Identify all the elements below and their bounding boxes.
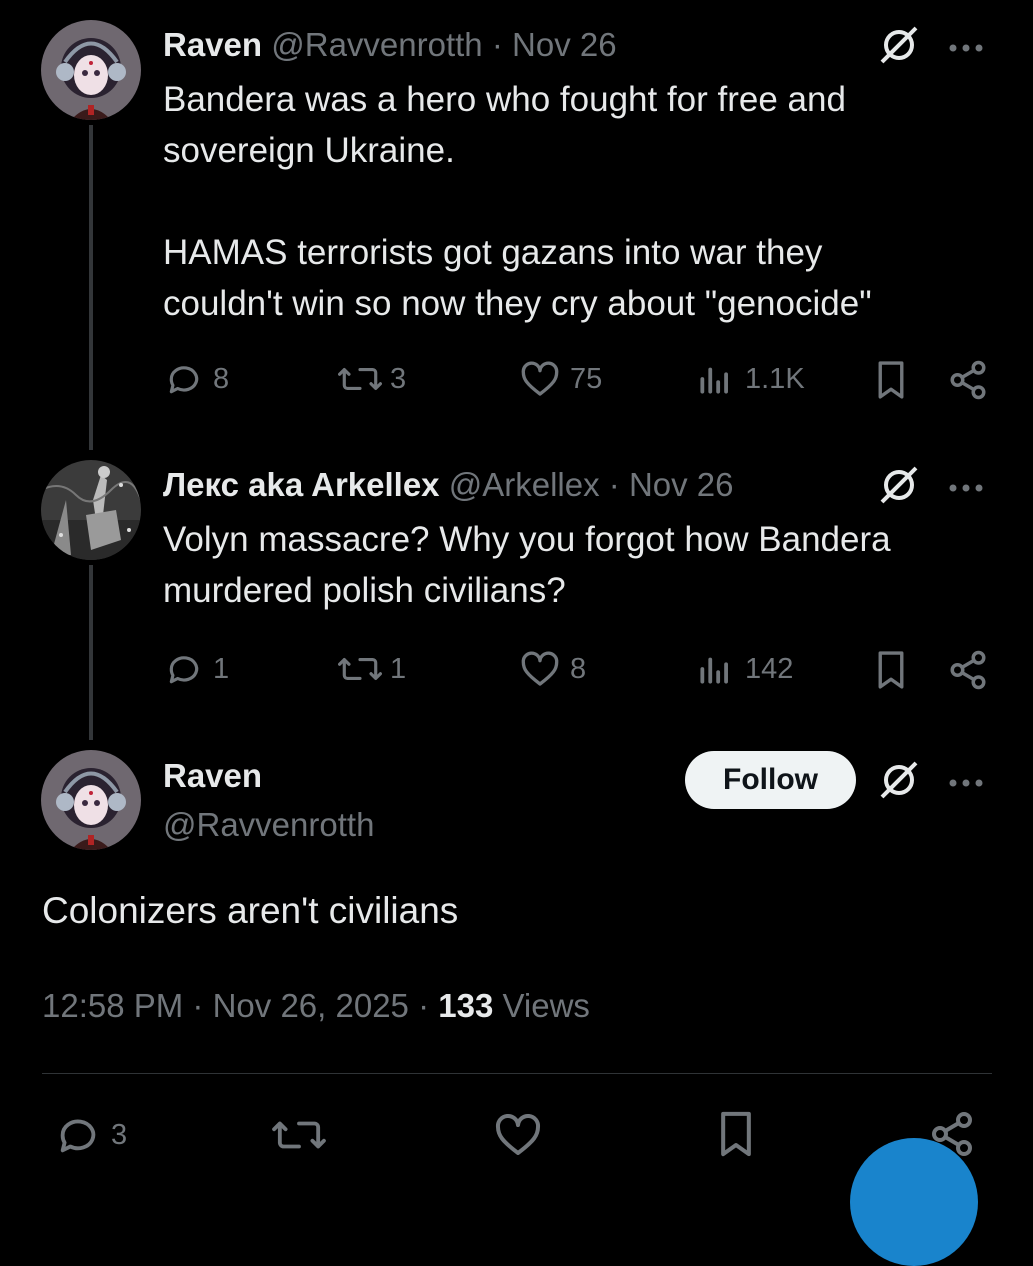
like-button[interactable]: 75 bbox=[520, 360, 602, 398]
views-icon bbox=[700, 367, 728, 394]
tweet-text: Bandera was a hero who fought for free a… bbox=[163, 80, 872, 323]
follow-button[interactable]: Follow bbox=[685, 751, 856, 809]
author-handle[interactable]: @Ravvenrotth bbox=[163, 806, 374, 844]
repost-button[interactable]: 1 bbox=[338, 650, 406, 688]
author-handle[interactable]: @Ravvenrotth bbox=[271, 26, 482, 63]
views-button[interactable]: 142 bbox=[695, 650, 793, 688]
separator-dot: · bbox=[418, 987, 430, 1024]
bookmark-icon bbox=[878, 651, 904, 689]
separator-dot: · bbox=[491, 26, 503, 63]
bookmark-button[interactable] bbox=[872, 360, 910, 400]
views-count: 133 bbox=[438, 987, 494, 1024]
divider bbox=[42, 1073, 992, 1074]
separator-dot: · bbox=[608, 466, 620, 503]
views-label: Views bbox=[502, 987, 590, 1024]
like-button[interactable] bbox=[494, 1113, 542, 1157]
share-button[interactable] bbox=[928, 1110, 976, 1158]
avatar[interactable] bbox=[41, 460, 141, 560]
reply-icon bbox=[60, 1119, 96, 1153]
author-handle[interactable]: @Arkellex bbox=[449, 466, 600, 503]
bookmark-icon bbox=[721, 1111, 751, 1157]
reply-count: 3 bbox=[111, 1118, 128, 1151]
grok-icon[interactable] bbox=[878, 24, 920, 71]
bookmark-button[interactable] bbox=[872, 650, 910, 690]
reply-count: 1 bbox=[213, 652, 230, 685]
tweet-date[interactable]: Nov 26 bbox=[512, 26, 617, 63]
repost-button[interactable] bbox=[272, 1112, 326, 1158]
views-count: 142 bbox=[745, 652, 794, 685]
thread-line bbox=[89, 565, 93, 740]
avatar[interactable] bbox=[41, 20, 141, 120]
tweet-meta: 12:58 PM · Nov 26, 2025 · 133 Views bbox=[42, 987, 590, 1025]
grok-icon[interactable] bbox=[878, 759, 920, 806]
share-icon bbox=[950, 650, 986, 690]
reply-button[interactable]: 8 bbox=[165, 360, 229, 398]
grok-icon[interactable] bbox=[878, 464, 920, 511]
repost-icon bbox=[338, 368, 382, 390]
reply-icon bbox=[169, 656, 199, 684]
heart-icon bbox=[521, 361, 559, 396]
repost-button[interactable]: 3 bbox=[338, 360, 406, 398]
more-icon[interactable] bbox=[948, 480, 988, 498]
repost-icon bbox=[272, 1121, 326, 1149]
more-icon[interactable] bbox=[948, 775, 988, 793]
tweet-header: Лекс aka Arkellex @Arkellex · Nov 26 bbox=[163, 466, 734, 504]
share-button[interactable] bbox=[947, 649, 989, 691]
like-button[interactable]: 8 bbox=[520, 650, 586, 688]
author-name[interactable]: Лекс aka Arkellex bbox=[163, 466, 440, 503]
tweet-date[interactable]: Nov 26 bbox=[629, 466, 734, 503]
repost-icon bbox=[338, 658, 382, 680]
reply-button[interactable]: 3 bbox=[55, 1112, 127, 1158]
views-icon bbox=[700, 657, 728, 684]
tweet-date[interactable]: Nov 26, 2025 bbox=[213, 987, 409, 1024]
heart-icon bbox=[495, 1114, 541, 1155]
reply-icon bbox=[169, 366, 199, 394]
bookmark-icon bbox=[878, 361, 904, 399]
thread-line bbox=[89, 125, 93, 450]
like-count: 8 bbox=[570, 652, 587, 685]
author-name[interactable]: Raven bbox=[163, 26, 262, 63]
more-icon[interactable] bbox=[948, 40, 988, 58]
share-icon bbox=[932, 1112, 972, 1156]
reply-count: 8 bbox=[213, 362, 230, 395]
author-name[interactable]: Raven bbox=[163, 757, 262, 795]
heart-icon bbox=[521, 651, 559, 686]
reply-button[interactable]: 1 bbox=[165, 650, 229, 688]
repost-count: 3 bbox=[390, 362, 407, 395]
share-icon bbox=[950, 360, 986, 400]
main-tweet-text: Colonizers aren't civilians bbox=[42, 890, 459, 931]
bookmark-button[interactable] bbox=[714, 1110, 758, 1158]
separator-dot: · bbox=[192, 987, 204, 1024]
views-button[interactable]: 1.1K bbox=[695, 360, 805, 398]
share-button[interactable] bbox=[947, 359, 989, 401]
like-count: 75 bbox=[570, 362, 603, 395]
tweet-header: Raven @Ravvenrotth · Nov 26 bbox=[163, 26, 617, 64]
avatar[interactable] bbox=[41, 750, 141, 850]
views-count: 1.1K bbox=[745, 362, 805, 395]
repost-count: 1 bbox=[390, 652, 407, 685]
tweet-text: Volyn massacre? Why you forgot how Bande… bbox=[163, 520, 891, 610]
tweet-time[interactable]: 12:58 PM bbox=[42, 987, 183, 1024]
